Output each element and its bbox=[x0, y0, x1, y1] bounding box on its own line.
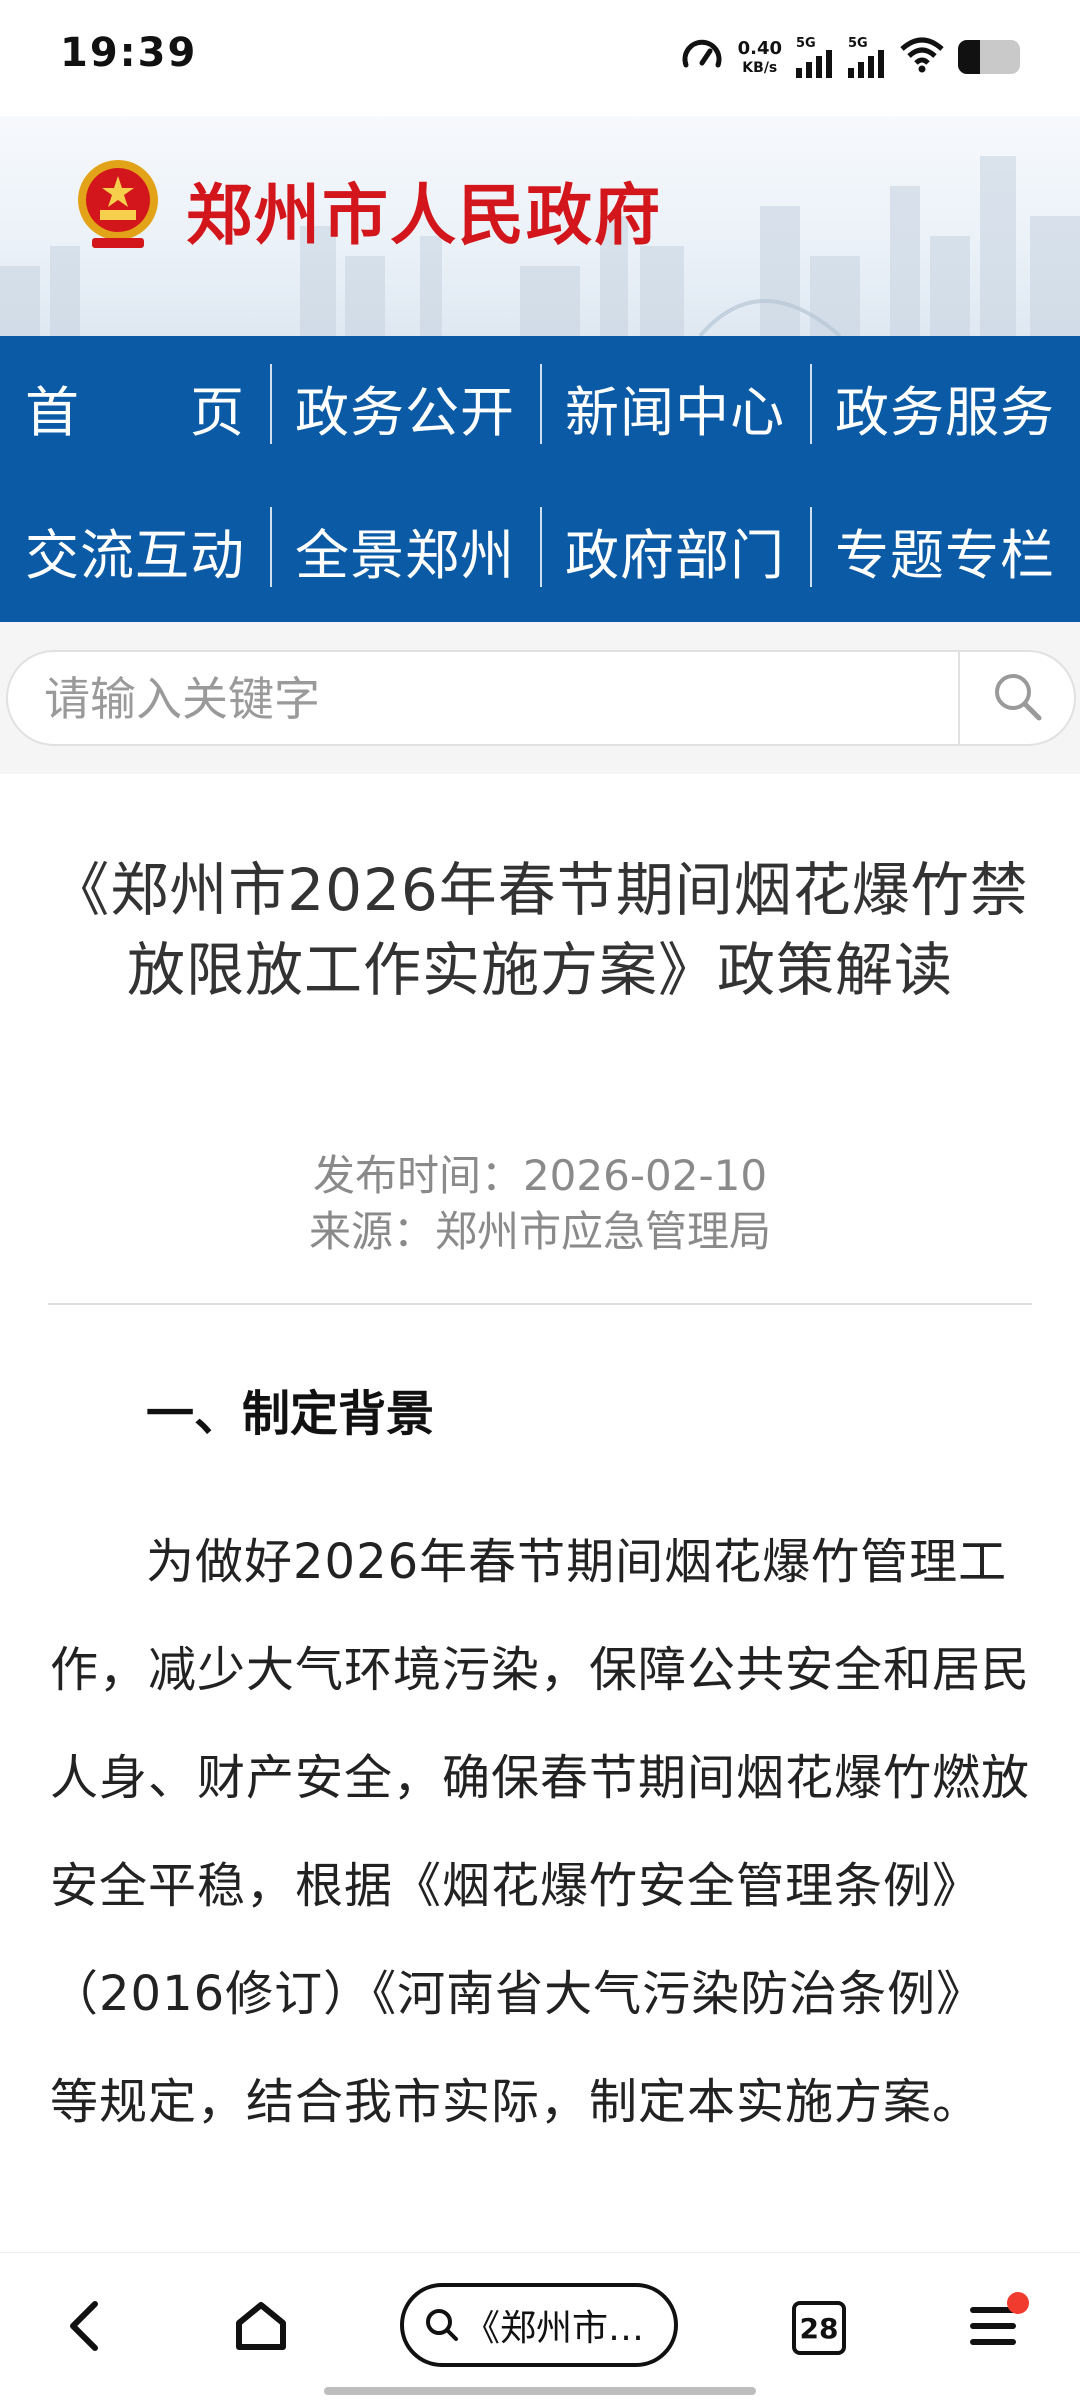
section-heading: 一、制定背景 bbox=[146, 1386, 435, 1442]
article-paragraph: 为做好2026年春节期间烟花爆竹管理工作，减少大气环境污染，保障公共安全和居民人… bbox=[50, 1534, 1031, 2130]
nav-row-2: 交流互动 全景郑州 政府部门 专题专栏 bbox=[0, 479, 1080, 622]
wifi-icon bbox=[900, 37, 944, 77]
battery-fill bbox=[958, 40, 980, 74]
nav-item-government-affairs[interactable]: 政务公开 bbox=[270, 364, 540, 447]
signal-icon bbox=[848, 49, 884, 78]
speedometer-icon bbox=[680, 33, 724, 81]
search-divider bbox=[958, 652, 960, 744]
nav-item-special-topics[interactable]: 专题专栏 bbox=[810, 507, 1080, 590]
search-icon bbox=[424, 2307, 460, 2343]
publish-time: 发布时间：2026-02-10 bbox=[312, 1151, 768, 1200]
divider bbox=[48, 1303, 1032, 1305]
back-button[interactable] bbox=[50, 2293, 120, 2363]
signal-2: 5G bbox=[848, 37, 886, 78]
search-button[interactable] bbox=[968, 656, 1068, 742]
nav-item-panorama[interactable]: 全景郑州 bbox=[270, 507, 540, 590]
status-bar: 19:39 0.40 KB/s 5G 5G bbox=[0, 0, 1080, 116]
home-button[interactable] bbox=[226, 2293, 296, 2363]
back-arrow-icon bbox=[65, 2300, 105, 2356]
article-meta: 发布时间：2026-02-10 来源：郑州市应急管理局 bbox=[0, 1148, 1080, 1260]
net-speed: 0.40 KB/s bbox=[737, 37, 782, 76]
nav-item-government-services[interactable]: 政务服务 bbox=[810, 364, 1080, 447]
site-banner: 郑州市人民政府 bbox=[0, 116, 1080, 336]
site-title: 郑州市人民政府 bbox=[186, 176, 662, 254]
gesture-home-bar[interactable] bbox=[324, 2387, 756, 2395]
search-icon bbox=[991, 670, 1045, 728]
nav-item-news-center[interactable]: 新闻中心 bbox=[540, 364, 810, 447]
browser-bottom-bar: 《郑州市… 28 bbox=[0, 2252, 1080, 2401]
signal-1-label: 5G bbox=[796, 35, 816, 51]
search-box bbox=[6, 650, 1076, 746]
nav-item-home[interactable]: 首 页 bbox=[0, 368, 270, 447]
net-speed-value: 0.40 bbox=[737, 37, 782, 59]
signal-2-label: 5G bbox=[848, 35, 868, 51]
address-bar-text: 《郑州市… bbox=[464, 2308, 645, 2349]
address-bar[interactable]: 《郑州市… bbox=[400, 2283, 678, 2367]
article-source: 来源：郑州市应急管理局 bbox=[308, 1207, 771, 1256]
tabs-button[interactable]: 28 bbox=[784, 2293, 854, 2363]
home-icon bbox=[233, 2299, 289, 2357]
notification-dot bbox=[1007, 2292, 1029, 2314]
battery-icon bbox=[958, 40, 1020, 74]
clock: 19:39 bbox=[60, 30, 198, 76]
search-input[interactable] bbox=[42, 662, 926, 736]
net-speed-unit: KB/s bbox=[742, 59, 778, 76]
main-nav: 首 页 政务公开 新闻中心 政务服务 交流互动 全景郑州 政府部门 专题专栏 bbox=[0, 336, 1080, 622]
tab-count: 28 bbox=[792, 2301, 846, 2355]
nav-item-departments[interactable]: 政府部门 bbox=[540, 507, 810, 590]
nav-item-interaction[interactable]: 交流互动 bbox=[0, 511, 270, 590]
status-icons: 0.40 KB/s 5G 5G bbox=[680, 32, 1020, 82]
article-title: 《郑州市2026年春节期间烟花爆竹禁放限放工作实施方案》政策解读 bbox=[51, 856, 1029, 1004]
signal-icon bbox=[796, 49, 832, 78]
signal-1: 5G bbox=[796, 37, 834, 78]
national-emblem-icon bbox=[74, 156, 162, 252]
nav-row-1: 首 页 政务公开 新闻中心 政务服务 bbox=[0, 336, 1080, 479]
